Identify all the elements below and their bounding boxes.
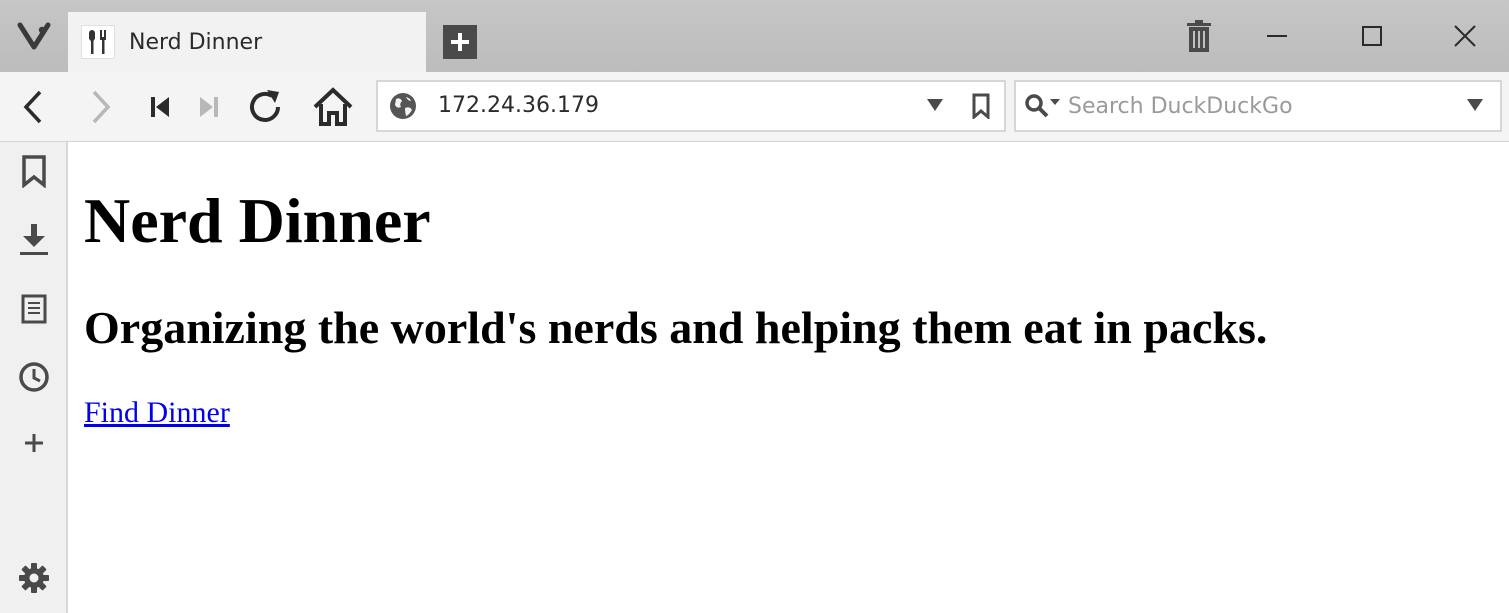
url-text[interactable]: 172.24.36.179 (438, 93, 599, 118)
tab-title: Nerd Dinner (129, 29, 263, 55)
close-icon[interactable] (1440, 14, 1490, 58)
page-title: Nerd Dinner (84, 185, 431, 256)
bookmark-icon[interactable] (972, 93, 990, 119)
tab-nerd-dinner[interactable]: Nerd Dinner (68, 12, 426, 72)
search-icon[interactable] (1024, 93, 1062, 119)
vivaldi-logo-icon[interactable] (12, 14, 56, 58)
fork-knife-icon (81, 25, 115, 59)
bookmark-icon[interactable] (12, 149, 56, 193)
globe-icon[interactable] (388, 91, 418, 121)
history-icon[interactable] (12, 355, 56, 399)
add-panel-icon[interactable] (12, 421, 56, 465)
address-bar[interactable]: 172.24.36.179 (376, 80, 1006, 132)
plus-icon[interactable] (443, 25, 477, 59)
home-icon[interactable] (310, 84, 356, 130)
minimize-icon[interactable] (1252, 14, 1302, 58)
fast-forward-icon[interactable] (186, 84, 232, 130)
side-panel (0, 142, 68, 613)
trash-icon[interactable] (1174, 14, 1224, 58)
navigation-toolbar: 172.24.36.179 (0, 72, 1509, 142)
title-bar: Nerd Dinner (0, 0, 1509, 72)
reload-icon[interactable] (242, 84, 288, 130)
search-bar[interactable] (1014, 80, 1502, 132)
search-input[interactable] (1068, 90, 1448, 122)
maximize-icon[interactable] (1347, 14, 1397, 58)
find-dinner-link[interactable]: Find Dinner (84, 395, 230, 431)
page-content: Nerd Dinner Organizing the world's nerds… (84, 142, 1494, 613)
page-subtitle: Organizing the world's nerds and helping… (84, 302, 1268, 353)
settings-icon[interactable] (12, 556, 56, 600)
back-icon[interactable] (10, 84, 56, 130)
download-icon[interactable] (12, 218, 56, 262)
chevron-down-icon[interactable] (1466, 98, 1484, 112)
rewind-icon[interactable] (137, 84, 183, 130)
chevron-down-icon[interactable] (926, 98, 944, 112)
notes-icon[interactable] (12, 287, 56, 331)
forward-icon[interactable] (78, 84, 124, 130)
